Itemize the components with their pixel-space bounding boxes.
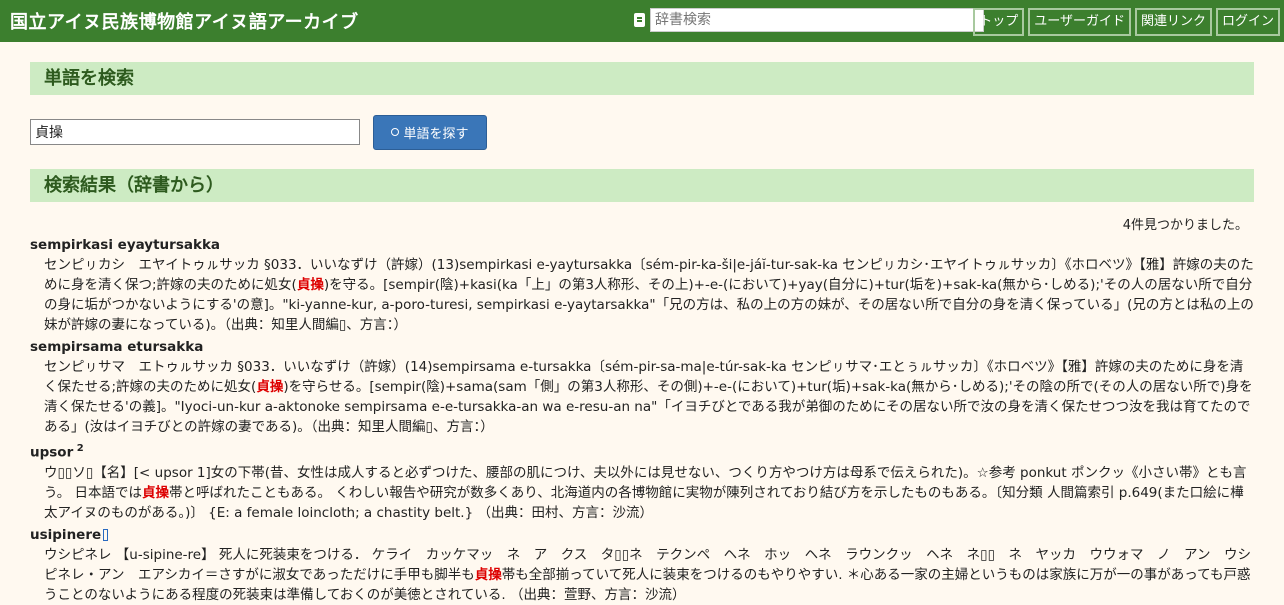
entry-headword[interactable]: upsor 2 (30, 439, 1254, 463)
homonym-number: 2 (73, 443, 84, 454)
entry-headword[interactable]: sempirkasi eyaytursakka (30, 235, 1254, 255)
highlighted-term: 貞操 (296, 277, 324, 293)
search-word-button[interactable]: 単語を探す (373, 114, 487, 150)
entry-headword[interactable]: sempirsama etursakka (30, 337, 1254, 357)
word-search-row: 単語を探す (30, 114, 1254, 150)
nav-login[interactable]: ログイン (1215, 8, 1280, 36)
top-bar: 国立アイヌ民族博物館アイヌ語アーカイブ トップ ユーザーガイド 関連リンク ログ… (0, 0, 1284, 42)
headword-text: sempirkasi eyaytursakka (30, 237, 221, 253)
result-count: 4件見つかりました。 (1122, 218, 1248, 233)
search-icon (391, 128, 400, 136)
site-title[interactable]: 国立アイヌ民族博物館アイヌ語アーカイブ (10, 8, 359, 34)
highlighted-term: 貞操 (256, 379, 284, 395)
dictionary-search-input[interactable] (650, 8, 984, 32)
headword-text: upsor (30, 444, 74, 461)
results-section-title: 検索結果（辞書から） (30, 169, 1254, 202)
nav-related-links[interactable]: 関連リンク (1134, 8, 1212, 36)
nav-user-guide[interactable]: ユーザーガイド (1028, 8, 1131, 36)
entry-definition: ウシピネレ 【u-sipine-re】 死人に死装束をつける． ケライ カッケマ… (30, 545, 1254, 605)
highlighted-term: 貞操 (474, 566, 502, 583)
search-word-button-label: 単語を探す (403, 126, 469, 142)
definition-text: 帯と呼ばれたこともある。 くわしい報告や研究が数多くあり、北海道内の各博物館に実… (44, 484, 1244, 521)
headword-text: usipinere (30, 526, 102, 543)
audio-icon[interactable] (103, 528, 109, 541)
entry-definition: センピㇼサマ エトゥㇽサッカ §033．いいなずけ（許嫁）(14)sempirs… (30, 357, 1254, 437)
search-section-title: 単語を検索 (30, 62, 1254, 95)
results-list: sempirkasi eyaytursakka センピㇼカシ エヤイトゥㇽサッカ … (30, 235, 1254, 605)
entry-definition: ウ▯▯ソ▯【名】[< upsor 1]女の下帯(昔、女性は成人すると必ずつけた、… (30, 463, 1254, 523)
word-search-input[interactable] (30, 119, 360, 145)
dictionary-search (634, 8, 984, 32)
book-icon (634, 13, 645, 27)
main-content: 単語を検索 単語を探す 検索結果（辞書から） 4件見つかりました。 sempir… (0, 62, 1284, 605)
highlighted-term: 貞操 (141, 484, 169, 501)
entry-definition: センピㇼカシ エヤイトゥㇽサッカ §033．いいなずけ（許嫁）(13)sempi… (30, 255, 1254, 335)
entry-headword[interactable]: usipinere (30, 525, 1254, 545)
top-nav: トップ ユーザーガイド 関連リンク ログイン (973, 8, 1280, 36)
nav-top[interactable]: トップ (973, 8, 1025, 36)
headword-text: sempirsama etursakka (30, 339, 204, 355)
